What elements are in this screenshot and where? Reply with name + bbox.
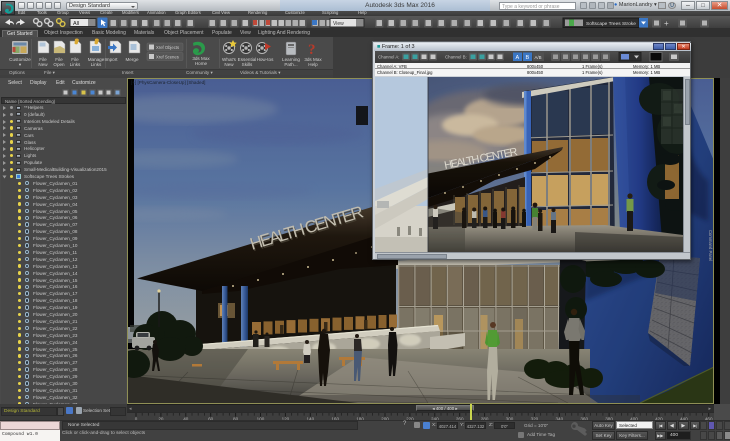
svg-text:Channel B:: Channel B: (445, 55, 467, 60)
svg-text:Xref Objects: Xref Objects (156, 45, 179, 50)
svg-text:Softscape Trees Stroke: Softscape Trees Stroke (586, 21, 636, 27)
svg-text:?: ? (308, 42, 316, 58)
svg-text:B: B (526, 55, 530, 61)
svg-text:A/B: A/B (535, 55, 542, 60)
svg-text:+: + (664, 19, 669, 28)
svg-text:Channel A:: Channel A: (378, 55, 399, 60)
svg-text:A: A (516, 55, 520, 61)
svg-text:View: View (333, 20, 344, 26)
svg-text:Xref Scenes: Xref Scenes (156, 55, 179, 60)
svg-text:All: All (73, 20, 79, 26)
